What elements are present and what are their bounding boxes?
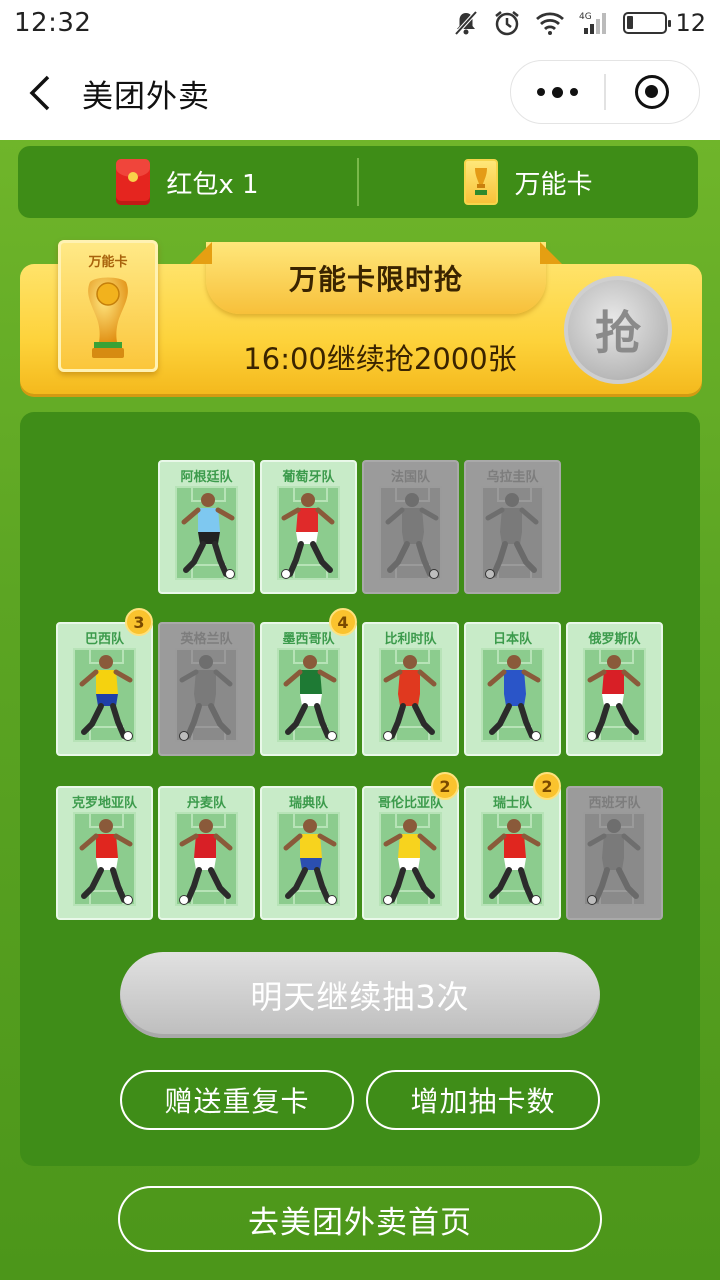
football-player-icon <box>181 493 235 579</box>
back-arrow-icon <box>29 75 50 111</box>
football-player-icon <box>383 819 437 905</box>
team-card[interactable]: 英格兰队 <box>158 622 255 756</box>
wifi-icon <box>536 12 565 35</box>
more-dots-icon <box>537 86 579 98</box>
team-card-name: 丹麦队 <box>186 796 226 811</box>
go-home-button[interactable]: 去美团外卖首页 <box>118 1186 602 1252</box>
team-card[interactable]: 阿根廷队 <box>158 460 255 594</box>
redpacket-label: 红包x 1 <box>166 169 259 200</box>
team-card[interactable]: 瑞士队 2 <box>464 772 561 920</box>
team-card-name: 西班牙队 <box>588 796 641 811</box>
back-button[interactable] <box>4 46 74 140</box>
team-card-name: 乌拉圭队 <box>486 470 539 485</box>
cellular-signal-icon: 4G <box>579 12 607 34</box>
redpacket-counter[interactable]: 红包x 1 <box>18 159 357 205</box>
football-player-icon <box>587 819 641 905</box>
world-cup-trophy-icon <box>88 277 128 358</box>
team-card[interactable]: 葡萄牙队 <box>260 460 357 594</box>
wildcard-flash-sale-banner: 万能卡 万能卡限时抢 16:00继续抢2000张 抢 <box>20 240 702 394</box>
team-card[interactable]: 克罗地亚队 <box>56 786 153 920</box>
draw-card-button[interactable]: 明天继续抽3次 <box>120 952 600 1038</box>
football-player-icon <box>179 819 233 905</box>
football-player-icon <box>487 655 541 741</box>
team-card[interactable]: 西班牙队 <box>566 786 663 920</box>
flash-sale-subtitle: 16:00继续抢2000张 <box>243 342 517 376</box>
close-target-icon <box>635 75 670 109</box>
team-card[interactable]: 法国队 <box>362 460 459 594</box>
team-card-name: 俄罗斯队 <box>588 632 641 647</box>
team-card[interactable]: 比利时队 <box>362 622 459 756</box>
grab-button[interactable]: 抢 <box>564 276 672 384</box>
football-player-icon <box>79 819 133 905</box>
miniapp-capsule <box>510 60 700 124</box>
trophy-card-icon <box>464 159 499 205</box>
team-card[interactable]: 乌拉圭队 <box>464 460 561 594</box>
svg-text:4G: 4G <box>579 12 592 22</box>
alarm-clock-icon <box>495 11 520 36</box>
page-content: 红包x 1 万能卡 万能卡 万能卡限时抢 16:00继续抢2000张 抢 阿根廷… <box>0 140 720 1280</box>
team-card[interactable]: 哥伦比亚队 2 <box>362 772 459 920</box>
team-card-name: 英格兰队 <box>180 632 233 647</box>
football-player-icon <box>179 655 233 741</box>
football-player-icon <box>283 819 337 905</box>
team-card-name: 法国队 <box>390 470 430 485</box>
gift-duplicate-card-button[interactable]: 赠送重复卡 <box>120 1070 354 1130</box>
team-card[interactable]: 墨西哥队 4 <box>260 608 357 756</box>
add-draw-count-button[interactable]: 增加抽卡数 <box>366 1070 600 1130</box>
wildcard-card-label: 万能卡 <box>88 255 128 270</box>
battery-level: 12 <box>675 9 706 37</box>
nav-bar: 美团外卖 <box>0 46 720 140</box>
wildcard-counter[interactable]: 万能卡 <box>359 159 698 205</box>
football-player-icon <box>487 819 541 905</box>
team-card[interactable]: 日本队 <box>464 622 561 756</box>
football-player-icon <box>383 655 437 741</box>
team-card-name: 阿根廷队 <box>180 470 233 485</box>
football-player-icon <box>485 493 539 579</box>
wildcard-card: 万能卡 <box>58 240 158 372</box>
team-card-name: 克罗地亚队 <box>71 796 137 811</box>
mute-bell-icon <box>454 10 478 36</box>
duplicate-count-badge: 2 <box>533 772 561 800</box>
wildcard-label: 万能卡 <box>514 169 593 200</box>
team-card-name: 比利时队 <box>384 632 437 647</box>
card-collection-panel: 阿根廷队 葡萄牙队 法国队 乌拉圭队巴西队 3 英格兰队 墨西哥队 4 比利时队 日本队 俄罗斯队克… <box>20 412 700 1166</box>
football-player-icon <box>281 493 335 579</box>
red-packet-icon <box>116 159 151 205</box>
more-menu-button[interactable] <box>511 61 604 123</box>
team-card-name: 葡萄牙队 <box>282 470 335 485</box>
football-player-icon <box>587 655 641 741</box>
battery-icon <box>623 12 672 34</box>
team-card-name: 瑞典队 <box>288 796 328 811</box>
football-player-icon <box>283 655 337 741</box>
duplicate-count-badge: 2 <box>431 772 459 800</box>
team-card[interactable]: 丹麦队 <box>158 786 255 920</box>
status-bar: 12:32 4G 12 <box>0 0 720 46</box>
battery-status: 12 <box>623 9 706 37</box>
football-player-icon <box>385 493 439 579</box>
status-time: 12:32 <box>14 8 92 38</box>
duplicate-count-badge: 3 <box>125 608 153 636</box>
team-card[interactable]: 巴西队 3 <box>56 608 153 756</box>
duplicate-count-badge: 4 <box>329 608 357 636</box>
page-title: 美团外卖 <box>82 78 210 115</box>
inventory-bar: 红包x 1 万能卡 <box>18 146 698 218</box>
status-icons: 4G 12 <box>453 9 706 37</box>
flash-sale-title: 万能卡限时抢 <box>206 242 546 314</box>
team-card-name: 日本队 <box>492 632 532 647</box>
football-player-icon <box>79 655 133 741</box>
team-card[interactable]: 俄罗斯队 <box>566 622 663 756</box>
team-card[interactable]: 瑞典队 <box>260 786 357 920</box>
close-miniapp-button[interactable] <box>606 61 699 123</box>
